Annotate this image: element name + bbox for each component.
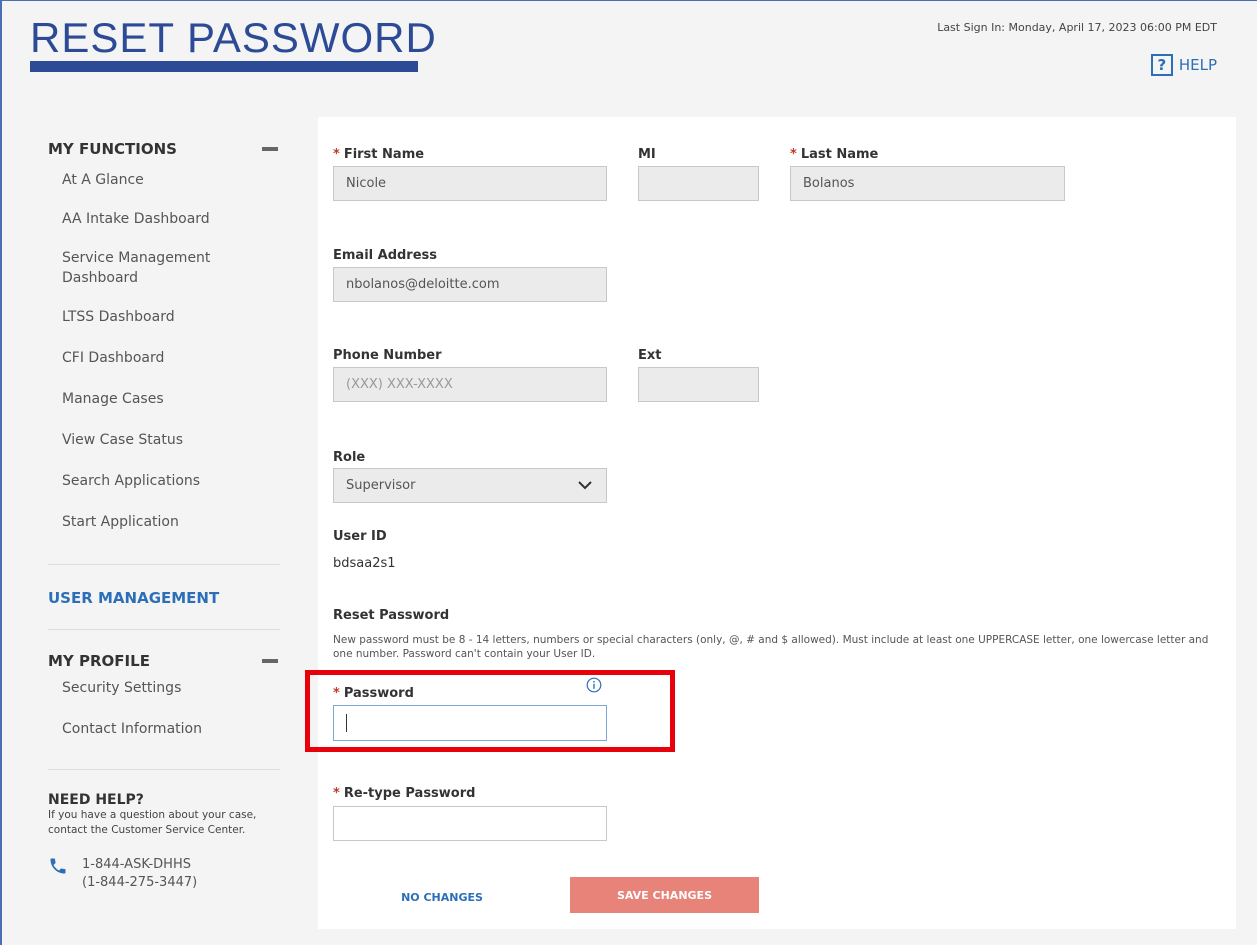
- email-input[interactable]: nbolanos@deloitte.com: [333, 267, 607, 302]
- retype-password-label: * Re-type Password: [333, 786, 476, 801]
- save-changes-button[interactable]: SAVE CHANGES: [570, 877, 759, 913]
- sidebar-item-cfi-dashboard[interactable]: CFI Dashboard: [48, 348, 280, 368]
- need-help-text: If you have a question about your case, …: [48, 809, 257, 836]
- title-underline: [30, 61, 418, 72]
- collapse-icon[interactable]: [262, 147, 278, 151]
- mi-input[interactable]: [638, 166, 759, 201]
- mi-label: MI: [638, 147, 656, 162]
- user-id-value: bdsaa2s1: [333, 556, 396, 571]
- first-name-input[interactable]: Nicole: [333, 166, 607, 201]
- highlight-box: [305, 670, 675, 752]
- sidebar-item-search-applications[interactable]: Search Applications: [48, 471, 280, 491]
- sidebar: MY FUNCTIONS At A Glance AA Intake Dashb…: [48, 140, 280, 892]
- sidebar-item-service-management-dashboard[interactable]: Service Management Dashboard: [48, 248, 242, 288]
- role-value: Supervisor: [346, 478, 416, 493]
- my-functions-header: MY FUNCTIONS: [48, 140, 280, 158]
- collapse-icon[interactable]: [262, 659, 278, 663]
- phone-line-1: 1-844-ASK-DHHS: [82, 857, 191, 872]
- sidebar-item-at-a-glance[interactable]: At A Glance: [48, 170, 280, 190]
- help-icon: ?: [1150, 54, 1173, 76]
- reset-password-heading: Reset Password: [333, 608, 450, 623]
- retype-password-input[interactable]: [333, 806, 607, 841]
- sidebar-item-manage-cases[interactable]: Manage Cases: [48, 389, 280, 409]
- phone-number-input[interactable]: (XXX) XXX-XXXX: [333, 367, 607, 402]
- sidebar-item-view-case-status[interactable]: View Case Status: [48, 430, 280, 450]
- my-functions-title: MY FUNCTIONS: [48, 140, 177, 158]
- phone-line-2: (1-844-275-3447): [82, 875, 198, 890]
- my-profile-title: MY PROFILE: [48, 652, 150, 670]
- last-name-input[interactable]: Bolanos: [790, 166, 1065, 201]
- last-name-label: * Last Name: [790, 147, 879, 162]
- ext-label: Ext: [638, 348, 662, 363]
- ext-input[interactable]: [638, 367, 759, 402]
- need-help-title: NEED HELP?: [48, 792, 144, 808]
- role-label: Role: [333, 450, 366, 465]
- window-frame-left: [0, 0, 2, 945]
- sidebar-item-ltss-dashboard[interactable]: LTSS Dashboard: [48, 307, 280, 327]
- help-label: HELP: [1178, 56, 1217, 74]
- last-sign-in: Last Sign In: Monday, April 17, 2023 06:…: [937, 21, 1217, 34]
- sidebar-item-start-application[interactable]: Start Application: [48, 512, 280, 532]
- help-button[interactable]: ? HELP: [1150, 54, 1217, 76]
- window-frame-top: [0, 0, 1257, 1]
- phone-numbers: 1-844-ASK-DHHS (1-844-275-3447): [82, 856, 197, 892]
- sidebar-item-aa-intake-dashboard[interactable]: AA Intake Dashboard: [48, 209, 280, 229]
- phone-number-label: Phone Number: [333, 348, 442, 363]
- page-title: RESET PASSWORD: [30, 14, 437, 61]
- sidebar-item-contact-information[interactable]: Contact Information: [48, 719, 280, 739]
- role-select[interactable]: Supervisor: [333, 468, 607, 503]
- sidebar-item-user-management[interactable]: USER MANAGEMENT: [48, 589, 280, 607]
- email-label: Email Address: [333, 248, 438, 263]
- my-profile-header: MY PROFILE: [48, 652, 280, 670]
- password-requirements: New password must be 8 - 14 letters, num…: [333, 634, 1209, 660]
- chevron-down-icon: [578, 481, 592, 490]
- sidebar-item-security-settings[interactable]: Security Settings: [48, 678, 280, 698]
- phone-contact[interactable]: 1-844-ASK-DHHS (1-844-275-3447): [48, 856, 280, 892]
- no-changes-button[interactable]: NO CHANGES: [372, 881, 512, 913]
- user-id-label: User ID: [333, 529, 387, 544]
- phone-icon: [50, 858, 66, 874]
- first-name-label: * First Name: [333, 147, 425, 162]
